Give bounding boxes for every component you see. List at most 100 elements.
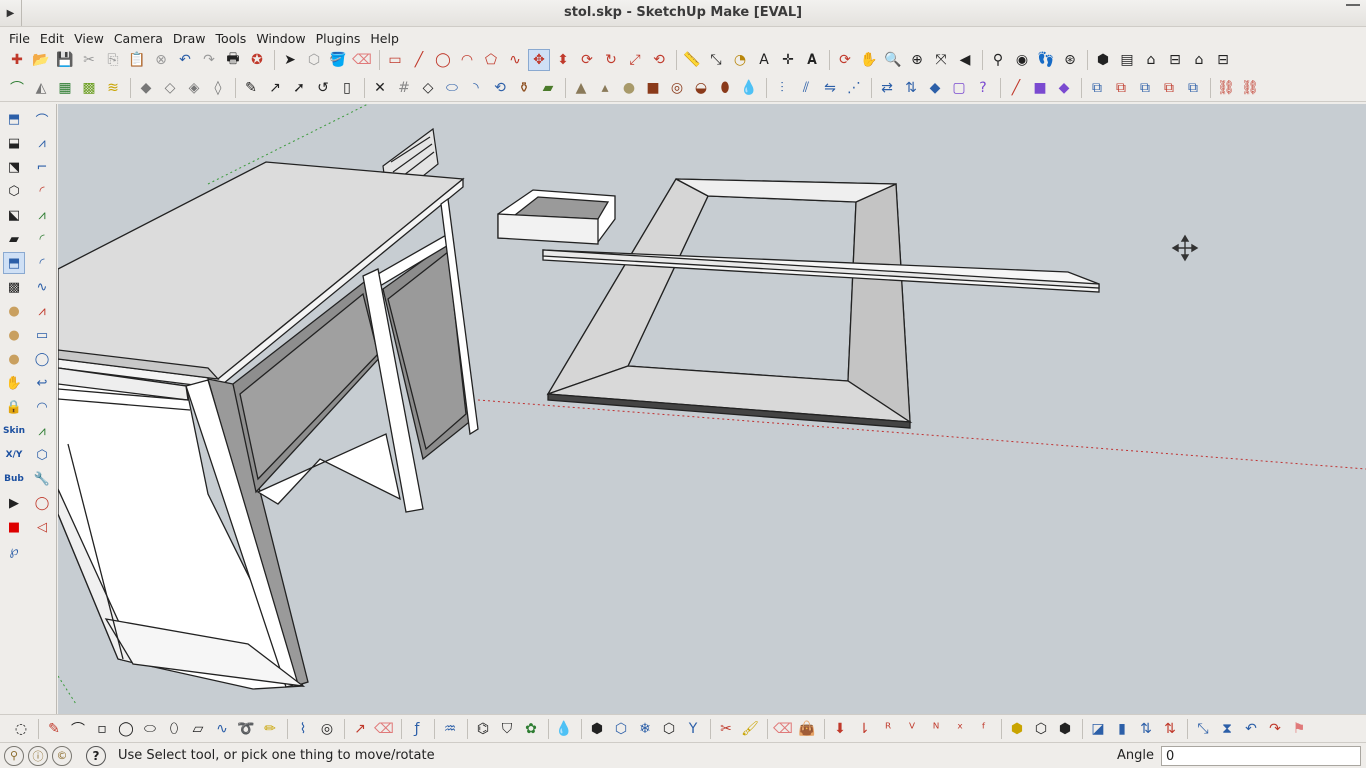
text-icon[interactable]: A <box>753 49 775 71</box>
arrow-draw-icon[interactable]: ↗ <box>349 718 371 740</box>
tape-icon[interactable]: ⤡ <box>1192 718 1214 740</box>
arc-shape-icon[interactable]: ⌒ <box>67 718 89 740</box>
distribute-icon[interactable]: ⫽ <box>795 77 817 99</box>
curve-edit-icon[interactable]: ♒ <box>439 718 461 740</box>
page-tool-icon[interactable]: ▯ <box>336 77 358 99</box>
arc-icon[interactable]: ◠ <box>456 49 478 71</box>
menu-help[interactable]: Help <box>365 31 404 46</box>
line-icon[interactable]: ╱ <box>408 49 430 71</box>
eraser-icon[interactable]: ⌫ <box>351 49 373 71</box>
up-down-red-icon[interactable]: ⇅ <box>1159 718 1181 740</box>
top-view-icon[interactable]: ▤ <box>1116 49 1138 71</box>
move-icon[interactable]: ✥ <box>528 49 550 71</box>
offset-icon[interactable]: ⟲ <box>648 49 670 71</box>
save-icon[interactable]: 💾 <box>54 49 76 71</box>
arc-draw-icon[interactable]: ⌒ <box>31 108 53 130</box>
weld-icon[interactable]: ⇅ <box>900 77 922 99</box>
polygon-icon[interactable]: ⬠ <box>480 49 502 71</box>
up-down-icon[interactable]: ⇅ <box>1135 718 1157 740</box>
section-plane-icon[interactable]: ⊛ <box>1059 49 1081 71</box>
curve-tool-icon[interactable]: ⌒ <box>6 77 28 99</box>
credits-icon[interactable]: ⓘ <box>28 745 48 766</box>
circle-outline-icon[interactable]: ◯ <box>31 348 53 370</box>
undo-blue-icon[interactable]: ↶ <box>1240 718 1262 740</box>
layer-merge-icon[interactable]: ⧉ <box>1182 77 1204 99</box>
oval-shape-icon[interactable]: ⬭ <box>139 718 161 740</box>
help-icon[interactable]: ? <box>86 745 106 766</box>
axes-icon[interactable]: ✛ <box>777 49 799 71</box>
half-circle-icon[interactable]: ◠ <box>31 396 53 418</box>
ellipse-icon[interactable]: ⬭ <box>441 77 463 99</box>
eraser-draw-icon[interactable]: ⌫ <box>373 718 395 740</box>
axis-r-icon[interactable]: ᴿ <box>877 718 899 740</box>
menu-tools[interactable]: Tools <box>211 31 252 46</box>
bezier-tool-icon[interactable]: ↗ <box>264 77 286 99</box>
pan-icon[interactable]: ✋ <box>858 49 880 71</box>
ellipse-shape-icon[interactable]: ⬯ <box>163 718 185 740</box>
green-zigzag-icon[interactable]: ⩘ <box>31 420 53 442</box>
push-pull-icon[interactable]: ⬍ <box>552 49 574 71</box>
zoom-window-icon[interactable]: ⊕ <box>906 49 928 71</box>
circle-shape-icon[interactable]: ◯ <box>115 718 137 740</box>
wave-icon[interactable]: ∿ <box>31 276 53 298</box>
redo-icon[interactable]: ↷ <box>198 49 220 71</box>
erase-tool-icon[interactable]: ◆ <box>1053 77 1075 99</box>
rectangle-icon[interactable]: ▭ <box>384 49 406 71</box>
orbit-icon[interactable]: ⟳ <box>834 49 856 71</box>
previous-view-icon[interactable]: ◀ <box>954 49 976 71</box>
new-file-icon[interactable]: ✚ <box>6 49 28 71</box>
cone-icon[interactable]: ▴ <box>594 77 616 99</box>
loop-icon[interactable]: ➰ <box>235 718 257 740</box>
fill-icon[interactable]: ■ <box>1029 77 1051 99</box>
fx-icon[interactable]: ƒ <box>406 718 428 740</box>
grid-tool-icon[interactable]: ▦ <box>54 77 76 99</box>
ring-icon[interactable]: ◎ <box>316 718 338 740</box>
print-icon[interactable]: 🖶 <box>222 49 244 71</box>
help-tool-icon[interactable]: ? <box>972 77 994 99</box>
unlink-icon[interactable]: ⛓ <box>1239 77 1261 99</box>
play-icon[interactable]: ▶ <box>3 492 25 514</box>
rotate-icon[interactable]: ⟳ <box>576 49 598 71</box>
grid-icon[interactable]: # <box>393 77 415 99</box>
dimension-icon[interactable]: ⤡ <box>705 49 727 71</box>
component-outline-icon[interactable]: ⬡ <box>1030 718 1052 740</box>
solid-subtract-icon[interactable]: ◇ <box>159 77 181 99</box>
parallelogram-icon[interactable]: ▱ <box>187 718 209 740</box>
drop-tool-icon[interactable]: 💧 <box>553 718 575 740</box>
material-tool-icon[interactable]: ⬒ <box>3 252 25 274</box>
measurements-input[interactable] <box>1161 746 1361 766</box>
right-view-icon[interactable]: ⊟ <box>1164 49 1186 71</box>
ellipse-outline-icon[interactable]: ◯ <box>31 492 53 514</box>
axis-z-icon[interactable]: ⇂ <box>853 718 875 740</box>
red-arc-icon[interactable]: ◜ <box>31 180 53 202</box>
shape-tool-icon[interactable]: ⬒ <box>3 108 25 130</box>
solid-union-icon[interactable]: ◆ <box>135 77 157 99</box>
layer-icon[interactable]: ⧉ <box>1086 77 1108 99</box>
spiral-icon[interactable]: ⟲ <box>489 77 511 99</box>
push-down-icon[interactable]: ⬇ <box>829 718 851 740</box>
diamond-icon[interactable]: ◇ <box>417 77 439 99</box>
left-view-icon[interactable]: ⊟ <box>1212 49 1234 71</box>
scissors-icon[interactable]: ✂ <box>715 718 737 740</box>
face-edit-icon[interactable]: ⬔ <box>3 156 25 178</box>
layer-down-icon[interactable]: ⧉ <box>1134 77 1156 99</box>
hook-icon[interactable]: ↩ <box>31 372 53 394</box>
snowflake-icon[interactable]: ❄ <box>634 718 656 740</box>
eraser-soft-icon[interactable]: ⌫ <box>772 718 794 740</box>
spline-tool-icon[interactable]: ↺ <box>312 77 334 99</box>
cube-icon[interactable]: ⬢ <box>586 718 608 740</box>
pen-icon[interactable]: ✎ <box>43 718 65 740</box>
copy-icon[interactable]: ⎘ <box>102 49 124 71</box>
protractor-icon[interactable]: ◔ <box>729 49 751 71</box>
helix-icon[interactable]: ⚱ <box>513 77 535 99</box>
solid-intersect-icon[interactable]: ◈ <box>183 77 205 99</box>
path-icon[interactable]: ⌇ <box>292 718 314 740</box>
iso-view-icon[interactable]: ⬢ <box>1092 49 1114 71</box>
bag-icon[interactable]: 👜 <box>796 718 818 740</box>
green-arc-icon[interactable]: ◜ <box>31 228 53 250</box>
maximize-button[interactable] <box>1346 4 1360 18</box>
user-account-icon[interactable]: © <box>52 745 72 766</box>
vertical-bar-icon[interactable]: ▮ <box>1111 718 1133 740</box>
layer-dup-icon[interactable]: ⧉ <box>1158 77 1180 99</box>
pyramid-icon[interactable]: ▲ <box>570 77 592 99</box>
